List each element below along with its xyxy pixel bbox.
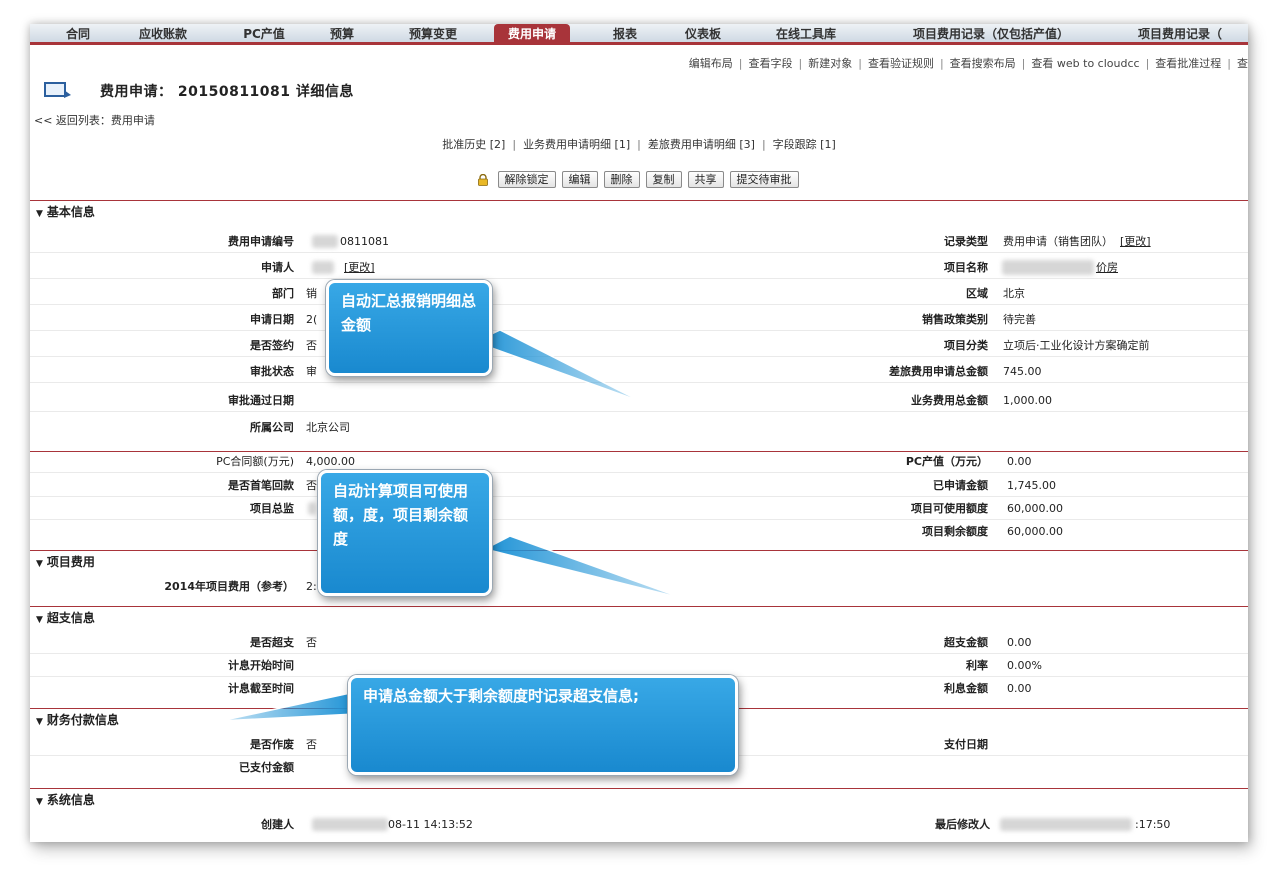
page-title: 费用申请： 20150811081 详细信息 [100,84,354,100]
field-row: 2014年项目费用（参考） 2: [164,580,317,593]
field-row: 项目总监 项目可使用额度 60,000.00 [30,497,1248,520]
redacted-mask [312,818,388,831]
tab-budget-change[interactable]: 预算变更 [396,24,470,42]
link-more[interactable]: 查 [1237,57,1248,70]
field-row: 是否超支 否 超支金额 0.00 [30,631,1248,654]
tab-project-cost-output[interactable]: 项目费用记录（仅包括产值） [886,24,1096,42]
change-record-type-link[interactable]: [更改] [1120,235,1151,248]
collapse-triangle-icon: ▼ [36,797,43,807]
related-travel-expense-detail[interactable]: 差旅费用申请明细 [3] [648,138,755,151]
edit-button[interactable]: 编辑 [561,171,598,188]
link-validation-rules[interactable]: 查看验证规则 [868,57,934,70]
field-row: 部门 销 区域 北京 [30,282,1248,305]
admin-links: 编辑布局 | 查看字段 | 新建对象 | 查看验证规则 | 查看搜索布局 | 查看 web to c… [688,57,1248,70]
collapse-triangle-icon: ▼ [36,209,43,219]
field-row: 审批状态 审 差旅费用申请总金额 745.00 [30,360,1248,383]
redacted-mask [312,261,334,274]
section-project-cost[interactable]: ▼ 项目费用 [30,550,1248,572]
back-to-list-link[interactable]: << 返回列表：费用申请 [34,112,155,128]
tab-bar: 合同 应收账款 PC产值 预算 预算变更 费用申请 报表 仪表板 在线工具库 项… [30,24,1248,45]
tab-expense-request[interactable]: 费用申请 [494,24,570,42]
field-row: 创建人 08-11 14:13:52 最后修改人 :17:50 [261,818,1171,831]
field-row: PC合同额(万元) 4,000.00 PC产值（万元） 0.00 [30,450,1248,473]
redacted-mask [308,502,316,515]
field-row: 所属公司 北京公司 [250,421,350,434]
section-overspend[interactable]: ▼ 超支信息 [30,606,1248,628]
field-row: 是否首笔回款 否 已申请金额 1,745.00 [30,474,1248,497]
tab-pc-output[interactable]: PC产值 [229,24,299,42]
link-search-layout[interactable]: 查看搜索布局 [950,57,1016,70]
field-row: 申请日期 2( 销售政策类别 待完善 [30,308,1248,331]
tab-online-tools[interactable]: 在线工具库 [763,24,849,42]
section-system[interactable]: ▼ 系统信息 [30,788,1248,810]
field-row: 计息开始时间 利率 0.00% [30,654,1248,677]
share-button[interactable]: 共享 [687,171,724,188]
related-lists: 批准历史 [2] | 业务费用申请明细 [1] | 差旅费用申请明细 [3] | 字段跟踪 … [442,138,836,151]
collapse-triangle-icon: ▼ [36,559,43,569]
detail-page: 合同 应收账款 PC产值 预算 预算变更 费用申请 报表 仪表板 在线工具库 项… [30,24,1248,842]
change-applicant-link[interactable]: [更改] [344,261,375,274]
copy-button[interactable]: 复制 [645,171,682,188]
tab-contract[interactable]: 合同 [58,24,98,42]
tab-project-cost-record[interactable]: 项目费用记录（ [1138,24,1248,42]
callout-overspend: 申请总金额大于剩余额度时记录超支信息; [348,675,738,775]
link-new-object[interactable]: 新建对象 [808,57,852,70]
redacted-mask [1000,818,1132,831]
project-name-link[interactable]: 价房 [1096,261,1118,274]
field-row: 审批通过日期 业务费用总金额 1,000.00 [30,389,1248,412]
section-basic-info[interactable]: ▼ 基本信息 [30,200,1248,222]
redacted-mask [1002,260,1094,275]
callout-auto-calc-quota: 自动计算项目可使用额，度，项目剩余额度 [318,470,492,596]
tab-reports[interactable]: 报表 [605,24,645,42]
related-approval-history[interactable]: 批准历史 [2] [442,138,505,151]
link-web-to-cloudcc[interactable]: 查看 web to cloudcc [1031,57,1139,70]
collapse-triangle-icon: ▼ [36,615,43,625]
related-business-expense-detail[interactable]: 业务费用申请明细 [1] [523,138,630,151]
field-row: 项目剩余额度 60,000.00 [922,525,1063,538]
lock-icon [477,173,488,186]
tab-budget[interactable]: 预算 [322,24,362,42]
tab-receivables[interactable]: 应收账款 [126,24,200,42]
related-field-tracking[interactable]: 字段跟踪 [1] [773,138,836,151]
field-row: 申请人 [更改] 项目名称 价房 [30,256,1248,279]
collapse-triangle-icon: ▼ [36,717,43,727]
unlock-button[interactable]: 解除锁定 [497,171,556,188]
delete-button[interactable]: 删除 [603,171,640,188]
redacted-mask [312,235,338,248]
tab-dashboard[interactable]: 仪表板 [675,24,731,42]
button-bar: 解除锁定 编辑 删除 复制 共享 提交待审批 [30,171,1248,188]
callout-auto-sum: 自动汇总报销明细总金额 [326,280,492,376]
submit-approval-button[interactable]: 提交待审批 [729,171,799,188]
link-edit-layout[interactable]: 编辑布局 [689,57,733,70]
field-row: 费用申请编号 0811081 记录类型 费用申请（销售团队） [更改] [30,230,1248,253]
record-icon [44,82,71,98]
link-approval-process[interactable]: 查看批准过程 [1155,57,1221,70]
field-row: 是否签约 否 项目分类 立项后·工业化设计方案确定前 [30,334,1248,357]
link-view-fields[interactable]: 查看字段 [749,57,793,70]
